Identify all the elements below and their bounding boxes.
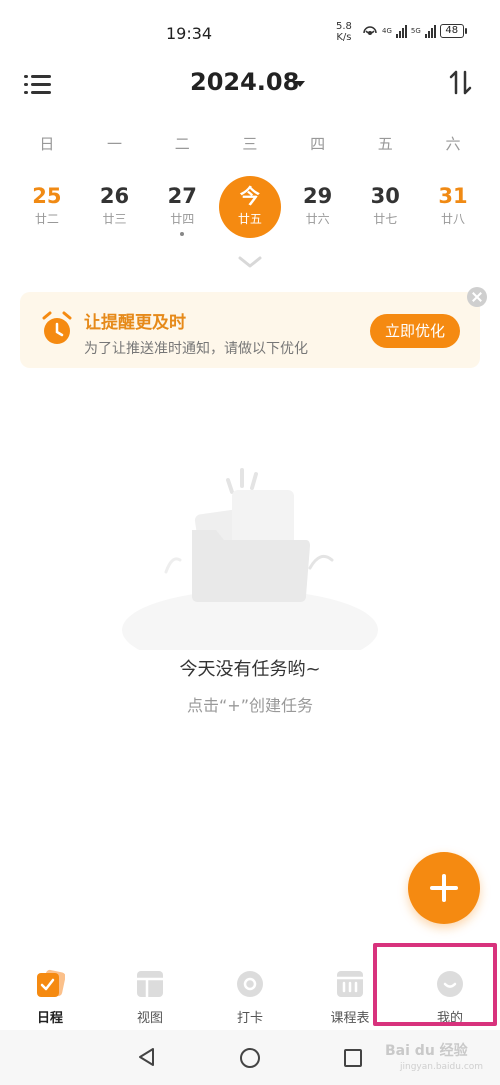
tab-label: 日程	[36, 1011, 63, 1026]
signal-icon	[395, 24, 407, 38]
lunar-date: 廿二	[34, 212, 59, 226]
menu-icon[interactable]	[24, 70, 52, 98]
date-cell[interactable]: 26 廿三	[81, 177, 149, 241]
network-type-b: 5G	[410, 26, 421, 35]
annotation-highlight-box	[373, 943, 497, 1026]
header: 2024.08	[0, 64, 500, 108]
weekday-label: 一	[107, 135, 123, 153]
signal-icon-2	[424, 24, 436, 38]
date-cell[interactable]: 27 廿四	[148, 177, 216, 241]
timetable-icon	[337, 971, 363, 997]
tab-schedule[interactable]: 日程	[0, 965, 100, 1027]
weekday-label: 三	[242, 135, 258, 153]
empty-state-title: 今天没有任务哟~	[179, 659, 321, 680]
network-speed-unit: K/s	[336, 32, 352, 43]
date-cell[interactable]: 25 廿二	[13, 177, 81, 241]
date-number: 今	[239, 184, 260, 208]
chevron-down-icon[interactable]	[295, 81, 305, 87]
weekday-label: 日	[39, 135, 55, 153]
date-number: 25	[32, 184, 62, 208]
back-icon[interactable]	[137, 1047, 157, 1067]
close-icon[interactable]	[467, 287, 487, 307]
tab-label: 打卡	[236, 1011, 263, 1026]
date-number: 31	[438, 184, 468, 208]
weekday-header: 日 一 二 三 四 五 六	[13, 133, 487, 154]
date-number: 30	[370, 184, 400, 208]
tab-label: 视图	[136, 1011, 163, 1026]
date-cell-today[interactable]: 今 廿五	[216, 176, 284, 241]
expand-chevron-icon[interactable]	[238, 256, 262, 268]
lunar-date: 廿四	[170, 212, 195, 226]
recent-apps-icon[interactable]	[344, 1049, 362, 1067]
network-speed-value: 5.8	[336, 21, 352, 32]
banner-title: 让提醒更及时	[84, 313, 186, 333]
view-grid-icon	[137, 971, 163, 997]
checkin-icon	[237, 971, 263, 997]
date-cell[interactable]: 30 廿七	[351, 177, 419, 241]
schedule-check-icon	[37, 969, 65, 997]
date-number: 26	[99, 184, 130, 208]
watermark-logo: Bai du 经验	[385, 1043, 468, 1059]
home-icon[interactable]	[240, 1048, 260, 1068]
weekday-label: 五	[377, 135, 393, 153]
battery-icon: 48	[439, 24, 467, 38]
status-bar: 19:34 5.8 K/s 4G 5G 48	[0, 0, 500, 64]
tab-checkin[interactable]: 打卡	[200, 965, 300, 1027]
tab-view[interactable]: 视图	[100, 965, 200, 1027]
reminder-banner: 让提醒更及时 为了让推送准时通知，请做以下优化 立即优化	[20, 292, 480, 368]
weekday-label: 六	[445, 135, 461, 153]
date-cell[interactable]: 31 廿八	[419, 177, 487, 241]
alarm-clock-icon	[42, 311, 72, 344]
week-dates: 25 廿二 26 廿三 27 廿四 今 廿五 29 廿六 30 廿七 31 廿八	[13, 176, 487, 241]
date-number: 29	[302, 184, 333, 208]
empty-state-subtitle: 点击“+”创建任务	[187, 696, 313, 715]
optimize-now-button[interactable]: 立即优化	[370, 314, 460, 348]
network-speed: 5.8 K/s	[336, 21, 352, 43]
sort-icon[interactable]	[448, 68, 474, 98]
date-number: 27	[167, 184, 197, 208]
month-title[interactable]: 2024.08	[190, 68, 299, 96]
lunar-date: 廿八	[440, 212, 465, 226]
network-type-a: 4G	[382, 26, 392, 35]
weekday-label: 四	[310, 135, 326, 153]
watermark-url: jingyan.baidu.com	[400, 1062, 484, 1072]
date-cell[interactable]: 29 廿六	[284, 177, 352, 241]
lunar-date: 廿六	[305, 212, 330, 226]
lunar-date: 廿三	[102, 212, 127, 226]
weekday-label: 二	[174, 135, 190, 153]
status-time: 19:34	[166, 24, 213, 43]
empty-folder-illustration	[122, 468, 378, 650]
add-task-button[interactable]	[408, 852, 480, 924]
hotspot-icon	[363, 26, 377, 35]
banner-description: 为了让推送准时通知，请做以下优化	[84, 341, 308, 357]
status-icons: 4G 5G 48	[362, 24, 467, 38]
event-dot	[180, 232, 185, 236]
lunar-date: 廿五	[237, 212, 262, 226]
lunar-date: 廿七	[373, 212, 398, 226]
